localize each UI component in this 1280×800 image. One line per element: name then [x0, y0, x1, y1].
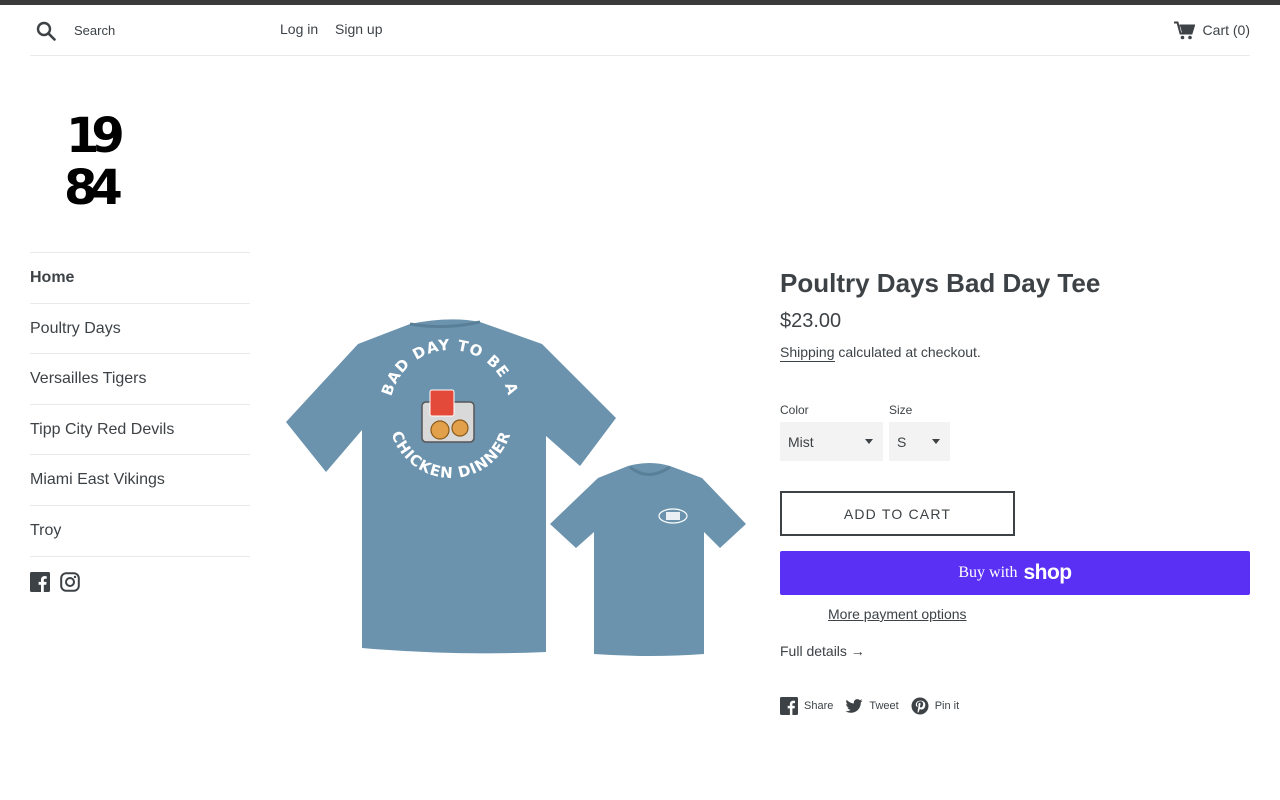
shirt-front [550, 463, 746, 656]
product-title: Poultry Days Bad Day Tee [780, 268, 1101, 298]
sidebar-item-poultry-days[interactable]: Poultry Days [30, 304, 250, 355]
login-link[interactable]: Log in [280, 21, 318, 37]
buy-with-label: Buy with [958, 564, 1018, 581]
store-logo[interactable]: 19 84 [62, 100, 152, 212]
social-links [30, 572, 80, 592]
sidebar-nav: Home Poultry Days Versailles Tigers Tipp… [30, 252, 250, 557]
chevron-down-icon [865, 439, 873, 444]
signup-link[interactable]: Sign up [335, 21, 382, 37]
logo-text-top: 19 [66, 108, 122, 164]
shipping-link[interactable]: Shipping [780, 344, 835, 362]
add-to-cart-button[interactable]: ADD TO CART [780, 491, 1015, 536]
sidebar-item-miami-east-vikings[interactable]: Miami East Vikings [30, 455, 250, 506]
more-payment-options-link[interactable]: More payment options [828, 606, 967, 622]
sidebar-item-home[interactable]: Home [30, 253, 250, 304]
shirt-back [286, 319, 616, 654]
tweet-label: Tweet [869, 700, 899, 712]
color-select[interactable]: Mist [780, 422, 883, 461]
pin-label: Pin it [934, 700, 960, 712]
logo-text-bottom: 84 [64, 160, 121, 212]
color-select-value: Mist [788, 433, 814, 450]
share-twitter-button[interactable]: Tweet [845, 697, 899, 715]
chevron-down-icon [932, 439, 940, 444]
share-facebook-button[interactable]: Share [780, 697, 833, 715]
sidebar-item-tipp-city-red-devils[interactable]: Tipp City Red Devils [30, 405, 250, 456]
share-label: Share [804, 700, 834, 712]
facebook-icon [780, 697, 798, 715]
size-select-value: S [897, 433, 907, 450]
product-image[interactable]: BAD DAY TO BE A CHICKEN DINNER [280, 310, 750, 670]
cart-icon [1173, 21, 1195, 39]
search-input[interactable] [66, 19, 266, 41]
twitter-icon [845, 699, 863, 713]
product-price: $23.00 [780, 310, 842, 332]
cart-label: Cart (0) [1202, 22, 1250, 38]
full-details-link[interactable]: Full details → [780, 643, 865, 659]
shop-pay-logo: shop [1023, 561, 1072, 584]
shipping-note: Shipping calculated at checkout. [780, 344, 981, 362]
color-label: Color [780, 403, 809, 417]
facebook-icon[interactable] [30, 572, 50, 592]
pinterest-icon [911, 697, 929, 715]
site-header: Log in Sign up Cart (0) [30, 5, 1250, 56]
size-label: Size [889, 403, 913, 417]
share-buttons: Share Tweet Pin it [780, 697, 971, 715]
size-select[interactable]: S [889, 422, 950, 461]
sidebar-item-troy[interactable]: Troy [30, 506, 250, 557]
search-icon[interactable] [36, 21, 56, 41]
instagram-icon[interactable] [60, 572, 80, 592]
share-pinterest-button[interactable]: Pin it [911, 697, 959, 715]
sidebar-item-versailles-tigers[interactable]: Versailles Tigers [30, 354, 250, 405]
cart-link[interactable]: Cart (0) [1173, 19, 1250, 41]
buy-with-shop-button[interactable]: Buy with shop [780, 551, 1250, 595]
shipping-text: calculated at checkout. [834, 344, 981, 360]
